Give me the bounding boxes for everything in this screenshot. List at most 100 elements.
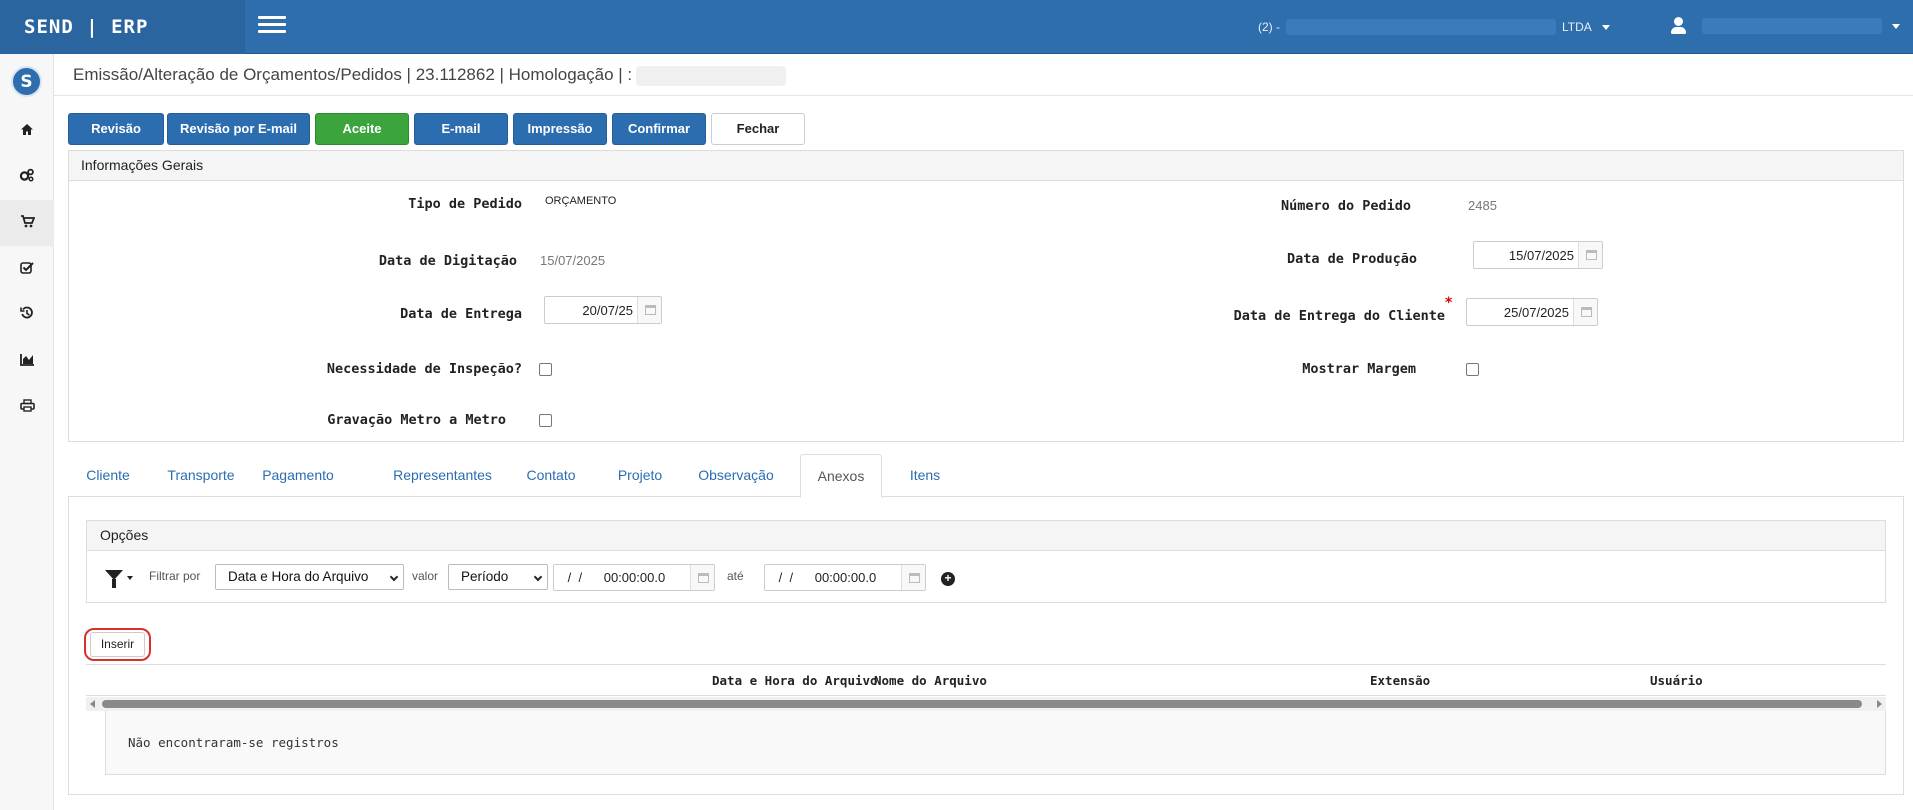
sidebar-item-print[interactable]	[0, 384, 54, 430]
grid-header: Data e Hora do Arquivo Nome do Arquivo E…	[86, 664, 1886, 696]
date-to-input[interactable]: / / 00:00:00.0	[764, 564, 926, 591]
check-square-icon	[20, 262, 34, 274]
breadcrumb-text: Emissão/Alteração de Orçamentos/Pedidos …	[73, 65, 633, 84]
calendar-icon[interactable]	[901, 565, 925, 590]
scrollbar-thumb[interactable]	[102, 700, 1862, 708]
data-entrega-cliente-label: Data de Entrega do Cliente	[1233, 308, 1445, 324]
scroll-right-icon[interactable]	[1877, 700, 1882, 708]
horizontal-scrollbar[interactable]	[86, 697, 1886, 711]
print-icon	[19, 399, 35, 412]
sidebar: S	[0, 54, 54, 810]
calendar-icon[interactable]	[690, 565, 714, 590]
filter-field-select[interactable]: Data e Hora do Arquivo	[215, 564, 404, 590]
numero-pedido-value: 2485	[1468, 198, 1497, 213]
inspecao-checkbox[interactable]	[539, 363, 552, 376]
gears-icon	[19, 168, 34, 182]
menu-toggle-icon[interactable]	[258, 16, 286, 36]
tipo-pedido-value: ORÇAMENTO	[545, 195, 617, 207]
company-suffix: LTDA	[1562, 20, 1592, 34]
company-selector[interactable]: (2) - LTDA	[1258, 19, 1610, 35]
scroll-left-icon[interactable]	[90, 700, 95, 708]
company-prefix: (2) -	[1258, 20, 1280, 34]
tab-representantes[interactable]: Representantes	[380, 454, 505, 497]
date-to-value: / / 00:00:00.0	[775, 570, 877, 585]
tab-anexos[interactable]: Anexos	[800, 454, 882, 498]
data-producao-field[interactable]: 15/07/2025	[1473, 241, 1603, 269]
top-bar: SEND | ERP (2) - LTDA	[0, 0, 1913, 54]
redacted-user-name	[1702, 18, 1882, 34]
data-entrega-cliente-field[interactable]: 25/07/2025	[1466, 298, 1598, 326]
tab-pagamento[interactable]: Pagamento	[252, 454, 344, 497]
tab-transporte[interactable]: Transporte	[156, 454, 246, 497]
margem-label: Mostrar Margem	[1302, 361, 1416, 377]
filter-mode-value: Período	[461, 569, 509, 584]
fechar-button[interactable]: Fechar	[711, 113, 805, 145]
data-digitacao-value: 15/07/2025	[540, 253, 606, 268]
col-data-hora[interactable]: Data e Hora do Arquivo	[712, 673, 878, 688]
sidebar-item-settings[interactable]	[0, 154, 54, 200]
inspecao-label: Necessidade de Inspeção?	[326, 361, 522, 377]
filter-row: Filtrar por Data e Hora do Arquivo valor…	[87, 552, 1885, 602]
chevron-down-icon	[389, 572, 399, 582]
chevron-down-icon	[1892, 23, 1900, 29]
chevron-down-icon	[1601, 24, 1610, 30]
revisao-email-button[interactable]: Revisão por E-mail	[167, 113, 310, 145]
revisao-button[interactable]: Revisão	[68, 113, 164, 145]
history-icon	[20, 306, 33, 319]
filter-mode-select[interactable]: Período	[448, 564, 548, 590]
redacted-company-name	[1286, 19, 1556, 35]
data-entrega-cliente-value: 25/07/2025	[1503, 304, 1569, 320]
user-icon	[1670, 16, 1688, 36]
brand-logo[interactable]: SEND | ERP	[0, 0, 245, 54]
filter-icon[interactable]	[105, 570, 123, 588]
tab-projeto[interactable]: Projeto	[603, 454, 677, 497]
sidebar-item-tasks[interactable]	[0, 246, 54, 292]
sidebar-item-history[interactable]	[0, 292, 54, 338]
inserir-button[interactable]: Inserir	[90, 632, 145, 657]
sidebar-item-home[interactable]	[0, 108, 54, 154]
data-entrega-label: Data de Entrega	[400, 306, 522, 322]
col-nome-arquivo[interactable]: Nome do Arquivo	[874, 673, 987, 688]
data-entrega-value: 20/07/25	[582, 302, 633, 318]
add-filter-icon[interactable]: +	[941, 572, 955, 586]
confirmar-button[interactable]: Confirmar	[612, 113, 706, 145]
gravacao-label: Gravação Metro a Metro	[327, 412, 506, 428]
empty-grid-message: Não encontraram-se registros	[105, 711, 1886, 775]
calendar-icon[interactable]	[1578, 242, 1602, 268]
panel-title: Informações Gerais	[69, 151, 1903, 181]
user-menu[interactable]	[1670, 16, 1900, 36]
sidebar-item-orders[interactable]	[0, 200, 54, 246]
date-from-value: / / 00:00:00.0	[564, 570, 666, 585]
calendar-icon[interactable]	[1573, 299, 1597, 325]
gravacao-checkbox[interactable]	[539, 414, 552, 427]
ate-label: até	[727, 569, 744, 583]
impressao-button[interactable]: Impressão	[513, 113, 607, 145]
data-entrega-field[interactable]: 20/07/25	[544, 296, 662, 324]
tipo-pedido-label: Tipo de Pedido	[408, 196, 522, 212]
tab-cliente[interactable]: Cliente	[68, 454, 148, 497]
chart-icon	[19, 354, 34, 366]
filtrar-por-label: Filtrar por	[149, 569, 201, 583]
calendar-icon[interactable]	[637, 297, 661, 323]
data-producao-label: Data de Produção	[1286, 251, 1417, 267]
tab-itens[interactable]: Itens	[890, 454, 960, 497]
tab-bar: Cliente Transporte Pagamento Representan…	[68, 454, 1904, 498]
col-extensao[interactable]: Extensão	[1370, 673, 1430, 688]
tab-observacao[interactable]: Observação	[688, 454, 784, 497]
chevron-down-icon	[533, 572, 543, 582]
home-icon	[21, 124, 33, 135]
tab-contato[interactable]: Contato	[511, 454, 591, 497]
email-button[interactable]: E-mail	[414, 113, 508, 145]
page-title: Emissão/Alteração de Orçamentos/Pedidos …	[54, 54, 1913, 96]
cart-icon	[20, 215, 35, 228]
chevron-down-icon[interactable]	[127, 576, 133, 580]
redacted-environment	[636, 65, 787, 86]
date-from-input[interactable]: / / 00:00:00.0	[553, 564, 715, 591]
valor-label: valor	[412, 569, 439, 583]
required-marker: *	[1445, 295, 1453, 311]
options-panel: Opções Filtrar por Data e Hora do Arquiv…	[86, 520, 1886, 603]
margem-checkbox[interactable]	[1466, 363, 1479, 376]
aceite-button[interactable]: Aceite	[315, 113, 409, 145]
sidebar-item-reports[interactable]	[0, 338, 54, 384]
col-usuario[interactable]: Usuário	[1650, 673, 1703, 688]
